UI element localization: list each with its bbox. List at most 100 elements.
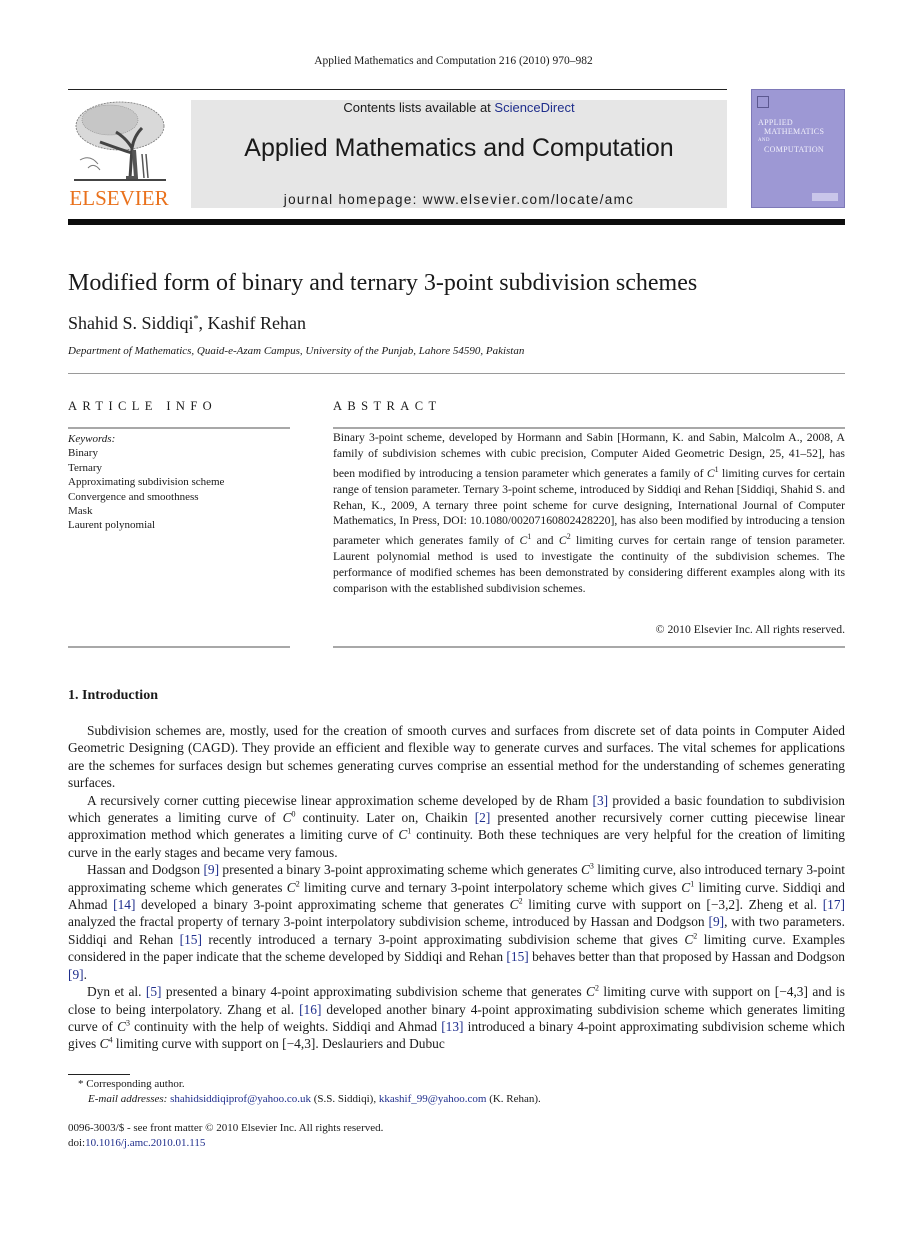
homepage-url[interactable]: www.elsevier.com/locate/amc [423,192,634,207]
keyword: Mask [68,505,93,518]
copyright-notice: © 2010 Elsevier Inc. All rights reserved… [655,623,845,636]
journal-masthead: Contents lists available at ScienceDirec… [191,100,727,208]
cover-title: APPLIED MATHEMATICS AND COMPUTATION [758,118,824,154]
cover-sciencedirect-badge-icon [812,193,838,201]
citation-link[interactable]: [9] [203,862,219,877]
author-separator: , [198,313,208,333]
text-segment: continuity with the help of weights. Sid… [130,1018,442,1034]
divider [333,427,845,429]
author-name[interactable]: Kashif Rehan [208,313,306,333]
body-text: Subdivision schemes are, mostly, used fo… [68,722,845,1053]
footnote-star: * [78,1078,84,1090]
corresponding-footnote: * Corresponding author. [78,1077,541,1092]
citation-link[interactable]: [5] [146,984,162,999]
math-symbol: C [586,984,595,1000]
text-segment: presented a binary 3-point approximating… [219,862,581,878]
cover-line: COMPUTATION [764,145,824,154]
math-symbol: C [706,466,715,480]
doi-line: doi:10.1016/j.amc.2010.01.115 [68,1136,383,1151]
abstract-heading: ABSTRACT [333,399,442,413]
article-info-heading: ARTICLE INFO [68,399,218,413]
keyword: Approximating subdivision scheme [68,476,225,489]
author-list: Shahid S. Siddiqi*, Kashif Rehan [68,313,306,334]
cover-line: APPLIED [758,118,793,127]
doi-link[interactable]: 10.1016/j.amc.2010.01.115 [85,1137,205,1149]
citation-link[interactable]: [2] [475,810,491,825]
math-symbol: C [681,879,691,895]
citation-link[interactable]: [17] [823,897,845,912]
front-matter: 0096-3003/$ - see front matter © 2010 El… [68,1121,383,1151]
divider [333,646,845,648]
journal-cover-thumbnail[interactable]: APPLIED MATHEMATICS AND COMPUTATION [751,89,845,208]
paragraph: Subdivision schemes are, mostly, used fo… [68,722,845,792]
divider [68,427,290,429]
email-owner: (S.S. Siddiqi), [310,1092,379,1105]
text-segment: A recursively corner cutting piecewise l… [87,792,593,808]
email-owner: (K. Rehan). [486,1092,541,1105]
abstract-text: Binary 3-point scheme, developed by Horm… [333,430,845,597]
email-link[interactable]: shahidsiddiqiprof@yahoo.co.uk [170,1093,311,1105]
paragraph: Dyn et al. [5] presented a binary 4-poin… [68,983,845,1053]
divider [68,373,845,374]
keyword: Binary [68,447,98,460]
math-symbol: C [684,931,694,947]
elsevier-wordmark: ELSEVIER [69,186,169,210]
author-name[interactable]: Shahid S. Siddiqi [68,313,194,333]
keywords-list: Keywords: Binary Ternary Approximating s… [68,432,224,533]
text-segment: behaves better than that proposed by Has… [528,949,845,965]
masthead-rule [68,219,845,225]
footnote-rule [68,1074,130,1075]
text-segment: Hassan and Dodgson [87,862,204,878]
email-link[interactable]: kkashif_99@yahoo.com [379,1093,487,1105]
math-symbol: C [99,1036,109,1052]
math-symbol: C [117,1018,126,1034]
citation-link[interactable]: [16] [299,1002,321,1017]
text-segment: Dyn et al. [87,984,146,1000]
contents-prefix: Contents lists available at [343,100,495,115]
cover-emblem-icon [757,96,769,108]
math-symbol: C [398,827,408,843]
corresponding-label: Corresponding author. [86,1078,185,1090]
journal-homepage: journal homepage: www.elsevier.com/locat… [191,192,727,207]
text-segment: analyzed the fractal property of ternary… [68,914,709,930]
text-segment: Subdivision schemes are, mostly, used fo… [68,723,845,791]
elsevier-logo[interactable]: ELSEVIER [68,96,170,210]
doi-prefix: doi: [68,1137,86,1149]
abstract-segment: and [531,534,559,548]
math-symbol: C [580,862,590,878]
citation-link[interactable]: [3] [593,793,609,808]
contents-line: Contents lists available at ScienceDirec… [191,100,727,115]
paragraph: Hassan and Dodgson [9] presented a binar… [68,861,845,983]
citation-link[interactable]: [13] [441,1019,463,1034]
citation-link[interactable]: [15] [180,932,202,947]
text-segment: limiting curve with support on [−3,2]. Z… [522,897,823,913]
footnotes: * Corresponding author. E-mail addresses… [78,1077,541,1106]
cover-line: AND [758,138,770,143]
citation-link[interactable]: [9] [708,914,724,929]
paragraph: A recursively corner cutting piecewise l… [68,792,845,862]
keyword: Convergence and smoothness [68,490,199,503]
keywords-label: Keywords: [68,433,116,445]
text-segment: . [83,966,87,982]
math-symbol: C [282,810,292,826]
math-symbol: C [558,534,567,548]
citation-link[interactable]: [15] [506,949,528,964]
running-head: Applied Mathematics and Computation 216 … [314,55,593,67]
math-symbol: C [286,879,296,895]
elsevier-tree-icon [74,101,166,181]
citation-link[interactable]: [9] [68,967,84,982]
homepage-prefix: journal homepage: [283,192,423,207]
section-heading: 1. Introduction [68,688,158,703]
keyword: Ternary [68,461,103,474]
email-label: E-mail addresses: [88,1092,168,1105]
text-segment: limiting curve with support on [−4,3]. D… [112,1036,445,1052]
text-segment: limiting curve and ternary 3-point inter… [299,879,682,895]
keyword: Laurent polynomial [68,519,156,532]
header-rule [68,89,727,90]
math-symbol: C [509,897,519,913]
text-segment: continuity. Later on, Chaikin [295,810,475,826]
citation-link[interactable]: [14] [113,897,135,912]
text-segment: developed a binary 3-point approximating… [135,897,510,913]
sciencedirect-link[interactable]: ScienceDirect [494,100,574,115]
cover-line: MATHEMATICS [764,127,825,136]
